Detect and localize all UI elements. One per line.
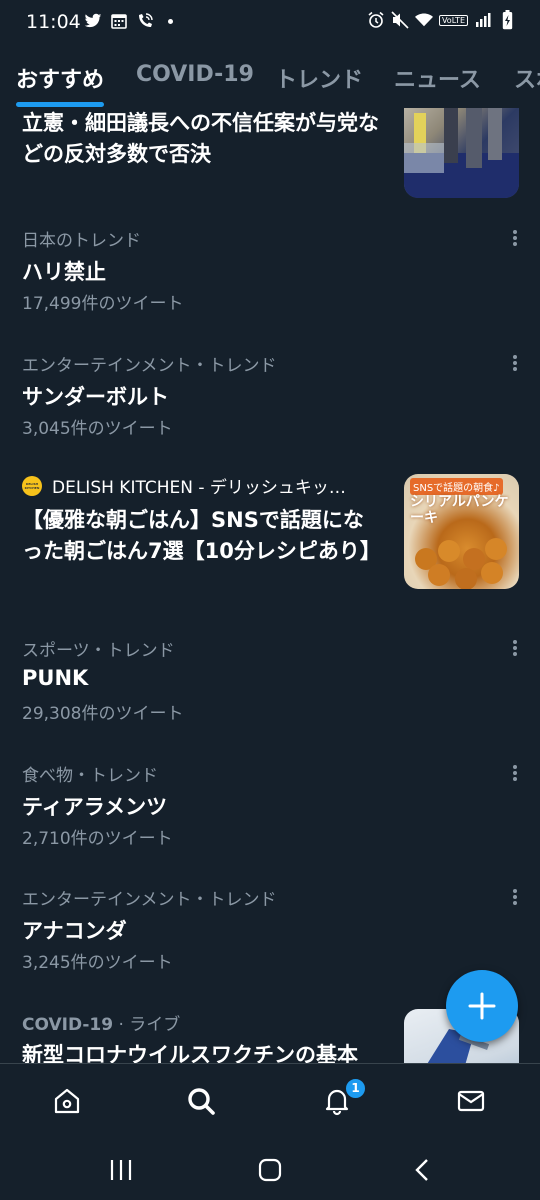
notification-dot (168, 18, 173, 24)
trend-item[interactable]: エンターテインメント・トレンド サンダーボルト 3,045件のツイート (0, 346, 540, 446)
notification-badge: 1 (344, 1077, 367, 1100)
tab-news[interactable]: ニュース (394, 62, 481, 94)
status-time: 11:04 (26, 11, 81, 33)
trend-item[interactable]: 食べ物・トレンド ティアラメンツ 2,710件のツイート (0, 756, 540, 856)
recent-apps-icon[interactable] (108, 1158, 134, 1182)
tab-trends[interactable]: トレンド (275, 62, 363, 94)
trend-tweet-count: 17,499件のツイート (22, 294, 184, 314)
nav-search[interactable] (184, 1084, 218, 1118)
trend-title: PUNK (22, 666, 89, 690)
trend-tweet-count: 3,245件のツイート (22, 953, 173, 973)
status-bar: 11:04 VoLTE (0, 0, 540, 44)
tab-sports[interactable]: スポ (514, 62, 540, 94)
tab-recommended[interactable]: おすすめ (16, 62, 104, 94)
delish-kitchen-logo: DELISH KITCHEN (22, 476, 42, 496)
tab-covid19[interactable]: COVID-19 (136, 62, 254, 87)
compose-tweet-button[interactable] (446, 970, 518, 1042)
promo-title: 【優雅な朝ごはん】SNSで話題になった朝ごはん7選【10分レシピあり】 (22, 508, 381, 563)
back-icon[interactable] (410, 1158, 436, 1182)
trend-tweet-count: 3,045件のツイート (22, 419, 173, 439)
trend-title: アナコンダ (22, 919, 127, 943)
more-options-icon[interactable] (512, 764, 518, 782)
bottom-navigation (0, 1063, 540, 1139)
trend-item[interactable]: スポーツ・トレンド PUNK 29,308件のツイート (0, 631, 540, 731)
live-label: · ライブ (113, 1015, 181, 1035)
trend-item[interactable]: 日本のトレンド ハリ禁止 17,499件のツイート (0, 221, 540, 321)
trend-category: 食べ物・トレンド (22, 766, 158, 786)
status-right-icons: VoLTE (367, 10, 516, 30)
trend-item[interactable]: エンターテインメント・トレンド アナコンダ 3,245件のツイート (0, 880, 540, 980)
status-left-icons (84, 12, 173, 30)
promoted-article[interactable]: DELISH KITCHEN DELISH KITCHEN - デリッシュキッ…… (0, 470, 540, 595)
nav-home[interactable] (50, 1084, 84, 1118)
trend-title: ティアラメンツ (22, 795, 168, 819)
nav-messages[interactable] (454, 1084, 488, 1118)
news-title: 立憲・細田議長への不信任案が与党などの反対多数で否決 (22, 111, 379, 166)
trend-category: エンターテインメント・トレンド (22, 890, 277, 910)
plus-icon (468, 992, 496, 1020)
explore-tabs: おすすめ COVID-19 トレンド ニュース スポ (0, 44, 540, 108)
more-options-icon[interactable] (512, 354, 518, 372)
thumb-caption-2: シリアルパンケーキ (410, 494, 509, 526)
promo-source: DELISH KITCHEN - デリッシュキッ… (52, 478, 346, 498)
volte-icon: VoLTE (438, 14, 468, 26)
wifi-icon (414, 11, 433, 29)
more-options-icon[interactable] (512, 888, 518, 906)
trend-category: エンターテインメント・トレンド (22, 356, 277, 376)
signal-icon (474, 11, 492, 29)
trend-tweet-count: 2,710件のツイート (22, 829, 173, 849)
trend-title: ハリ禁止 (22, 260, 106, 284)
news-item[interactable]: 立憲・細田議長への不信任案が与党などの反対多数で否決 (0, 108, 540, 208)
live-title: 新型コロナウイルスワクチンの基本 (22, 1043, 358, 1063)
active-tab-indicator (16, 102, 104, 107)
twitter-icon (84, 12, 102, 30)
thumb-caption-1: SNSで話題の朝食♪ (410, 478, 503, 495)
trend-title: サンダーボルト (22, 385, 169, 409)
explore-feed: 立憲・細田議長への不信任案が与党などの反対多数で否決 日本のトレンド ハリ禁止 … (0, 108, 540, 1063)
battery-charging-icon (498, 10, 516, 30)
home-button-icon[interactable] (257, 1158, 283, 1182)
more-options-icon[interactable] (512, 229, 518, 247)
live-category: COVID-19 · ライブ (22, 1010, 180, 1035)
promo-thumbnail: SNSで話題の朝食♪ シリアルパンケーキ (404, 474, 519, 589)
more-options-icon[interactable] (512, 639, 518, 657)
delish-logo-text: DELISH KITCHEN (24, 482, 40, 490)
search-icon (188, 1088, 215, 1115)
live-topic: COVID-19 (22, 1015, 114, 1035)
calendar-icon (110, 12, 128, 30)
system-navigation-bar (0, 1138, 540, 1200)
news-thumbnail (404, 108, 519, 198)
trend-tweet-count: 29,308件のツイート (22, 704, 184, 724)
messages-icon (457, 1090, 485, 1112)
alarm-icon (367, 11, 385, 29)
trend-category: スポーツ・トレンド (22, 641, 175, 661)
wifi-calling-icon (136, 12, 154, 30)
mute-icon (391, 11, 409, 29)
trend-category: 日本のトレンド (22, 231, 141, 251)
home-icon (54, 1088, 80, 1114)
